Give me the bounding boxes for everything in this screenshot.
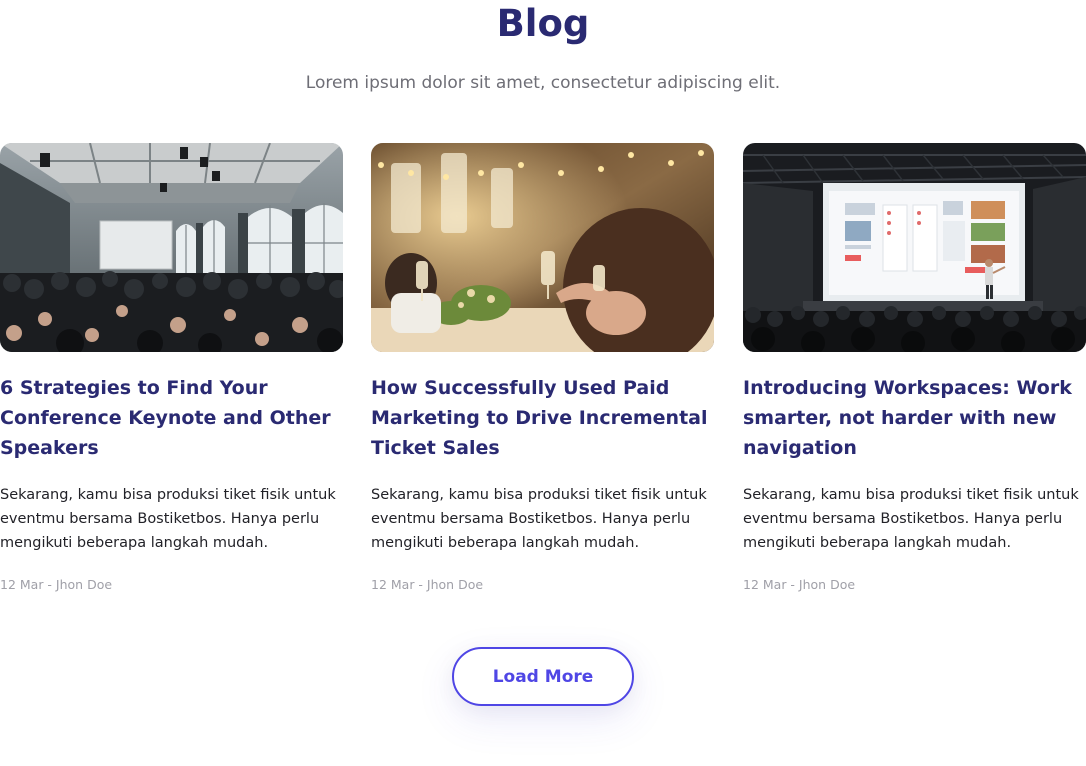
blog-card-image[interactable] bbox=[743, 143, 1086, 352]
blog-card[interactable]: Introducing Workspaces: Work smarter, no… bbox=[743, 143, 1086, 603]
blog-card-excerpt: Sekarang, kamu bisa produksi tiket fisik… bbox=[743, 487, 1079, 551]
blog-card[interactable]: How Successfully Used Paid Marketing to … bbox=[371, 143, 714, 603]
blog-section: Blog Lorem ipsum dolor sit amet, consect… bbox=[0, 0, 1086, 766]
blog-card-excerpt: Sekarang, kamu bisa produksi tiket fisik… bbox=[0, 487, 336, 551]
blog-card-meta: 12 Mar - Jhon Doe bbox=[0, 577, 113, 592]
load-more-container: Load More bbox=[452, 647, 634, 706]
blog-card-meta: 12 Mar - Jhon Doe bbox=[743, 577, 856, 592]
blog-card-excerpt: Sekarang, kamu bisa produksi tiket fisik… bbox=[371, 487, 707, 551]
blog-card-title[interactable]: How Successfully Used Paid Marketing to … bbox=[371, 373, 714, 463]
blog-card-image[interactable] bbox=[0, 143, 343, 352]
blog-card-title[interactable]: 6 Strategies to Find Your Conference Key… bbox=[0, 373, 343, 463]
blog-card-image[interactable] bbox=[371, 143, 714, 352]
section-title: Blog bbox=[496, 2, 590, 45]
load-more-button[interactable]: Load More bbox=[452, 647, 634, 706]
blog-card-meta: 12 Mar - Jhon Doe bbox=[371, 577, 484, 592]
section-subtitle: Lorem ipsum dolor sit amet, consectetur … bbox=[305, 73, 781, 93]
blog-card-title[interactable]: Introducing Workspaces: Work smarter, no… bbox=[743, 373, 1086, 463]
blog-card[interactable]: 6 Strategies to Find Your Conference Key… bbox=[0, 143, 343, 603]
blog-card-list: 6 Strategies to Find Your Conference Key… bbox=[0, 143, 1086, 603]
